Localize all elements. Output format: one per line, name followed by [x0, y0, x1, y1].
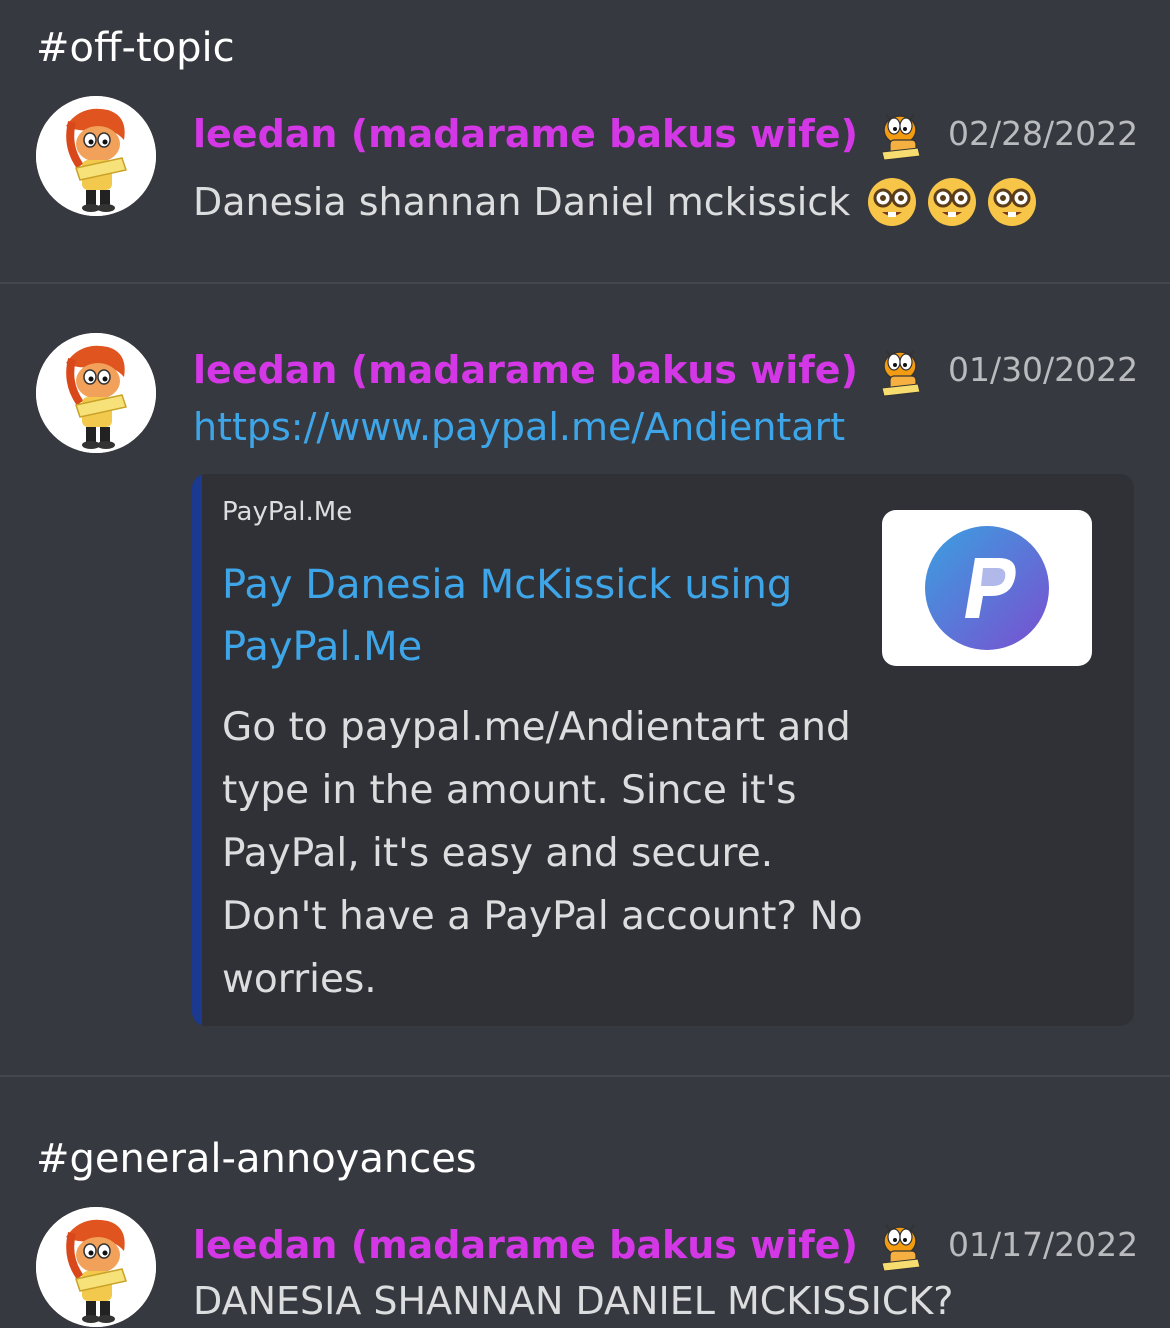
section-divider: [0, 282, 1170, 284]
paypal-logo-icon: [925, 526, 1049, 650]
user-avatar[interactable]: [36, 96, 156, 216]
paypal-link[interactable]: https://www.paypal.me/Andientart: [193, 404, 845, 450]
user-avatar[interactable]: [36, 1207, 156, 1327]
avatar-character-icon: [36, 333, 156, 453]
embed-description: Go to paypal.me/Andientart and type in t…: [222, 705, 863, 1002]
link-embed: PayPal.Me Pay Danesia McKissick using Pa…: [192, 474, 1134, 1026]
embed-provider[interactable]: PayPal.Me: [222, 496, 352, 528]
avatar-character-icon: [36, 96, 156, 216]
embed-accent-bar: [192, 474, 202, 1026]
garfield-badge-icon: [872, 1217, 928, 1273]
nerd-face-emoji-icon: [926, 176, 978, 228]
message-timestamp: 02/28/2022: [947, 114, 1139, 153]
nerd-face-emoji-icon: [986, 176, 1038, 228]
message-header: leedan (madarame bakus wife) 02/28/2022: [193, 106, 1138, 162]
message-header: leedan (madarame bakus wife) 01/30/2022: [193, 342, 1138, 398]
avatar-character-icon: [36, 1207, 156, 1327]
user-avatar[interactable]: [36, 333, 156, 453]
nerd-face-emoji-icon: [866, 176, 918, 228]
message-content: Danesia shannan Daniel mckissick: [193, 176, 1038, 228]
garfield-badge-icon: [872, 106, 928, 162]
garfield-badge-icon: [872, 342, 928, 398]
embed-title-link[interactable]: Pay Danesia McKissick using PayPal.Me: [222, 554, 842, 678]
embed-thumbnail[interactable]: [882, 510, 1092, 666]
message-content: DANESIA SHANNAN DANIEL MCKISSICK?: [193, 1278, 953, 1324]
message-timestamp: 01/30/2022: [947, 350, 1139, 389]
message-text: Danesia shannan Daniel mckissick: [193, 180, 851, 224]
username[interactable]: leedan (madarame bakus wife): [193, 111, 858, 157]
message-text: DANESIA SHANNAN DANIEL MCKISSICK?: [193, 1279, 954, 1323]
username[interactable]: leedan (madarame bakus wife): [193, 347, 858, 393]
message-timestamp: 01/17/2022: [947, 1225, 1139, 1264]
username[interactable]: leedan (madarame bakus wife): [193, 1222, 858, 1268]
channel-name-off-topic[interactable]: #off-topic: [36, 24, 235, 72]
message-header: leedan (madarame bakus wife) 01/17/2022: [193, 1217, 1138, 1273]
message-content: https://www.paypal.me/Andientart: [193, 404, 845, 450]
section-divider: [0, 1075, 1170, 1077]
channel-name-general-annoyances[interactable]: #general-annoyances: [36, 1135, 477, 1183]
